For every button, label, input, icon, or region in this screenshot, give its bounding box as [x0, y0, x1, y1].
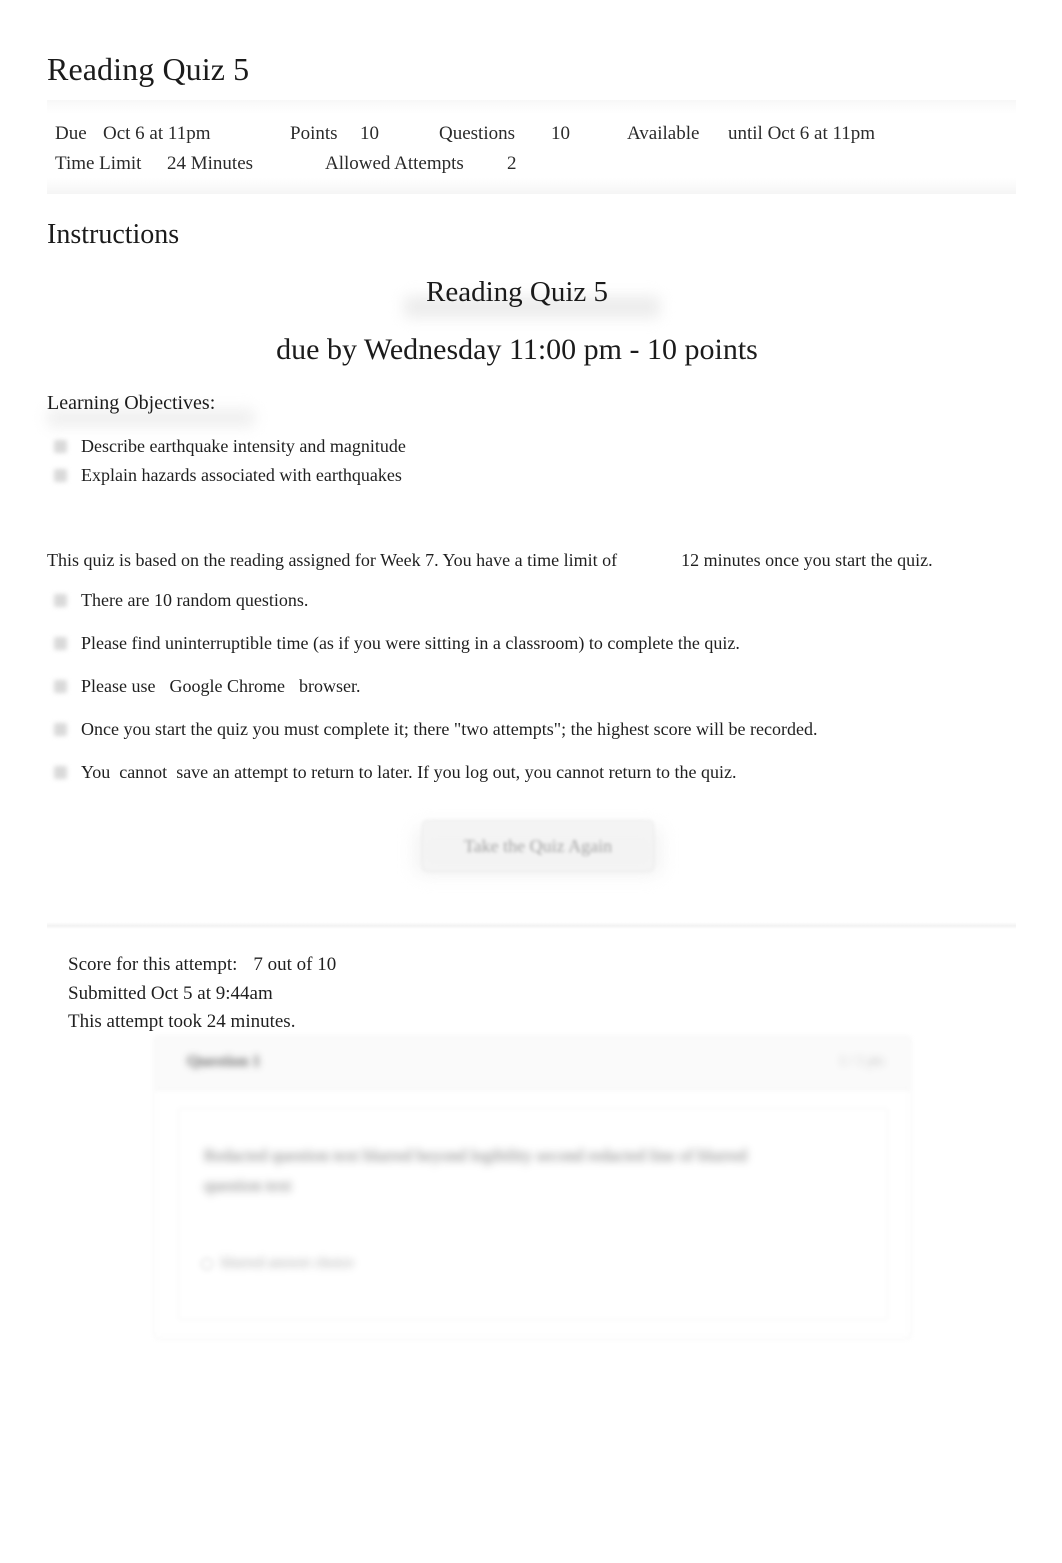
bullet-icon — [54, 723, 67, 736]
bullet-icon — [54, 637, 67, 650]
question-card-body: Redacted question text blurred beyond le… — [178, 1108, 888, 1320]
cannot-note-emphasis: cannot — [119, 762, 168, 782]
note-text: There are 10 random questions. — [81, 590, 309, 610]
quiz-heading: Reading Quiz 5 — [425, 276, 608, 308]
bullet-icon — [54, 440, 67, 453]
bullet-icon — [54, 766, 67, 779]
attempt-duration: This attempt took 24 minutes. — [68, 1011, 296, 1032]
available-value: until Oct 6 at 11pm — [728, 123, 876, 144]
time-limit-label: Time Limit — [55, 153, 142, 174]
quiz-results-page: Reading Quiz 5 Due Oct 6 at 11pm Points … — [0, 0, 1062, 1563]
question-label: Question 1 — [187, 1053, 261, 1070]
quiz-intro-part2: 12 minutes once you start the quiz. — [681, 550, 933, 570]
points-label: Points — [290, 123, 338, 144]
browser-note-prefix: Please use — [81, 676, 156, 696]
radio-icon[interactable] — [201, 1258, 213, 1270]
list-item-cannot: You cannot save an attempt to return to la… — [47, 760, 1007, 784]
due-label: Due — [55, 123, 87, 144]
time-limit-value: 24 Minutes — [167, 153, 254, 174]
note-text: Please find uninterruptible time (as if … — [81, 633, 740, 653]
list-item: Describe earthquake intensity and magnit… — [47, 432, 847, 461]
question-card: Question 1 1 / 1 pts Redacted question t… — [154, 1036, 911, 1339]
quiz-notes-list: There are 10 random questions. Please fi… — [47, 588, 1007, 803]
questions-label: Questions — [439, 123, 515, 144]
cannot-note-c: save an attempt to return to later. If y… — [176, 762, 737, 782]
list-item: Once you start the quiz you must complet… — [47, 717, 1007, 741]
learning-objectives-heading: Learning Objectives: — [47, 392, 216, 414]
answer-choice[interactable]: blurred answer choice — [221, 1255, 353, 1272]
question-card-header: Question 1 1 / 1 pts — [155, 1037, 910, 1090]
list-item: Please find uninterruptible time (as if … — [47, 631, 1007, 655]
google-chrome-link[interactable]: Google Chrome — [169, 676, 284, 696]
bullet-icon — [54, 594, 67, 607]
questions-value: 10 — [551, 123, 570, 144]
attempt-submitted: Submitted Oct 5 at 9:44am — [68, 982, 273, 1004]
learning-objective-text: Explain hazards associated with earthqua… — [81, 465, 402, 485]
quiz-meta-band: Due Oct 6 at 11pm Points 10 Questions 10… — [47, 100, 1016, 194]
available-label: Available — [627, 123, 700, 144]
note-text: Once you start the quiz you must complet… — [81, 719, 818, 739]
allowed-attempts-value: 2 — [507, 153, 517, 174]
bullet-icon — [54, 680, 67, 693]
points-value: 10 — [360, 123, 379, 144]
question-prompt-line1: Redacted question text blurred beyond le… — [204, 1146, 533, 1165]
list-item: Explain hazards associated with earthqua… — [47, 461, 847, 490]
retake-quiz-area: Take the Quiz Again — [416, 820, 660, 874]
browser-note-suffix: browser. — [298, 676, 361, 696]
score-out-of: out of 10 — [267, 954, 337, 975]
learning-objectives-list: Describe earthquake intensity and magnit… — [47, 432, 847, 490]
page-title: Reading Quiz 5 — [47, 51, 250, 87]
instructions-heading: Instructions — [47, 219, 180, 250]
section-divider — [47, 922, 1016, 929]
score-label: Score for this attempt: — [68, 954, 238, 975]
take-the-quiz-again-button[interactable]: Take the Quiz Again — [422, 820, 654, 872]
allowed-attempts-label: Allowed Attempts — [325, 153, 464, 174]
quiz-intro-part1: This quiz is based on the reading assign… — [47, 550, 618, 570]
quiz-due-heading: due by Wednesday 11:00 pm - 10 points — [276, 333, 758, 366]
bullet-icon — [54, 469, 67, 482]
learning-objective-text: Describe earthquake intensity and magnit… — [81, 436, 406, 456]
score-value: 7 — [253, 954, 263, 975]
attempt-summary: Score for this attempt: 7 out of 10 Submi… — [68, 951, 336, 1037]
list-item-browser: Please use Google Chrome browser. — [47, 674, 1007, 698]
question-prompt: Redacted question text blurred beyond le… — [204, 1141, 804, 1201]
cannot-note-a: You — [81, 762, 111, 782]
due-value: Oct 6 at 11pm — [103, 123, 211, 144]
quiz-intro-paragraph: This quiz is based on the reading assign… — [47, 547, 1007, 573]
question-points: 1 / 1 pts — [839, 1054, 884, 1069]
attempt-score-line: Score for this attempt: 7 out of 10 — [68, 951, 336, 980]
list-item: There are 10 random questions. — [47, 588, 1007, 612]
